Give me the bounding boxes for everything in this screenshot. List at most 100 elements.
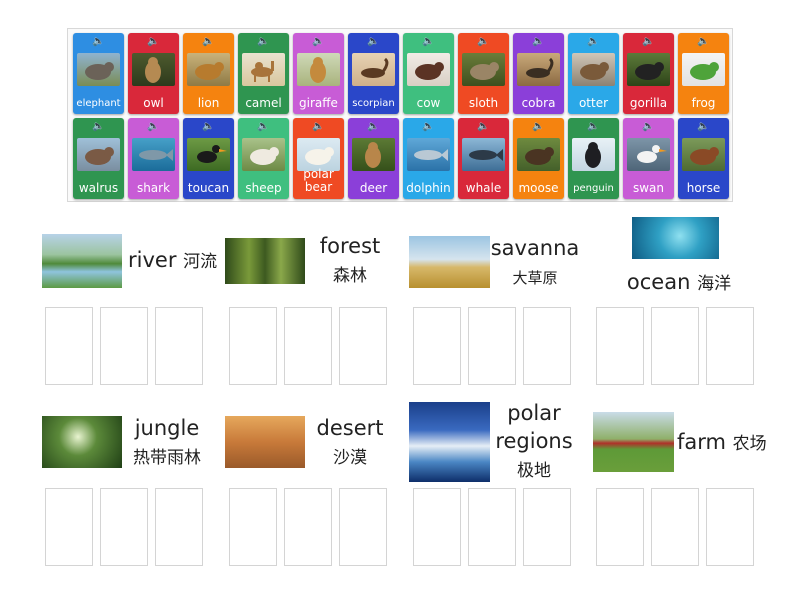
jungle-habitat-title: jungle 热带雨林: [127, 414, 207, 472]
animal-card-moose[interactable]: 🔈 moose: [513, 118, 564, 199]
animal-card-owl[interactable]: 🔈 owl: [128, 33, 179, 114]
speaker-icon[interactable]: 🔈: [403, 121, 454, 133]
farm-habitat-photo: [593, 412, 674, 472]
animal-card-label: polar bear: [303, 167, 334, 194]
desert-drop-slot[interactable]: [229, 488, 277, 566]
animal-card-swan[interactable]: 🔈 swan: [623, 118, 674, 199]
animal-card-cobra[interactable]: 🔈 cobra: [513, 33, 564, 114]
desert-drop-slot[interactable]: [339, 488, 387, 566]
animal-card-horse[interactable]: 🔈 horse: [678, 118, 729, 199]
animal-card-walrus[interactable]: 🔈 walrus: [73, 118, 124, 199]
speaker-icon[interactable]: 🔈: [568, 121, 619, 133]
farm-drop-slot[interactable]: [596, 488, 644, 566]
habitat-label: river: [128, 248, 177, 272]
farm-drop-slot[interactable]: [706, 488, 754, 566]
speaker-icon[interactable]: 🔈: [348, 36, 399, 48]
animal-card-lion[interactable]: 🔈 lion: [183, 33, 234, 114]
animal-card-label: otter: [578, 96, 609, 110]
speaker-icon[interactable]: 🔈: [623, 121, 674, 133]
speaker-icon[interactable]: 🔈: [293, 121, 344, 133]
savanna-drop-slot[interactable]: [413, 307, 461, 385]
speaker-icon[interactable]: 🔈: [623, 36, 674, 48]
savanna-drop-slot[interactable]: [468, 307, 516, 385]
ocean-drop-slot[interactable]: [706, 307, 754, 385]
animal-card-giraffe[interactable]: 🔈 giraffe: [293, 33, 344, 114]
speaker-icon[interactable]: 🔈: [73, 36, 124, 48]
animal-card-label: sloth: [468, 96, 499, 110]
animal-card-label: horse: [686, 181, 721, 195]
animal-card-toucan[interactable]: 🔈 toucan: [183, 118, 234, 199]
sloth-photo: [462, 53, 505, 86]
toucan-photo: [187, 138, 230, 171]
speaker-icon[interactable]: 🔈: [513, 36, 564, 48]
speaker-icon[interactable]: 🔈: [678, 121, 729, 133]
walrus-photo: [77, 138, 120, 171]
speaker-icon[interactable]: 🔈: [128, 121, 179, 133]
animal-card-label: elephant: [76, 98, 121, 109]
animal-card-label: dolphin: [406, 181, 451, 195]
animal-card-sloth[interactable]: 🔈 sloth: [458, 33, 509, 114]
speaker-icon[interactable]: 🔈: [458, 36, 509, 48]
polar-drop-slot[interactable]: [523, 488, 571, 566]
animal-card-shark[interactable]: 🔈 shark: [128, 118, 179, 199]
habitat-chinese-label: 大草原: [512, 269, 558, 287]
animal-card-sheep[interactable]: 🔈 sheep: [238, 118, 289, 199]
speaker-icon[interactable]: 🔈: [458, 121, 509, 133]
animal-card-penguin[interactable]: 🔈 penguin: [568, 118, 619, 199]
habitat-label: polar regions: [495, 401, 573, 453]
polar-drop-slot[interactable]: [413, 488, 461, 566]
speaker-icon[interactable]: 🔈: [183, 121, 234, 133]
speaker-icon[interactable]: 🔈: [568, 36, 619, 48]
ocean-habitat-photo: [632, 217, 719, 259]
ocean-drop-slot[interactable]: [596, 307, 644, 385]
animal-card-camel[interactable]: 🔈 camel: [238, 33, 289, 114]
speaker-icon[interactable]: 🔈: [128, 36, 179, 48]
animal-card-frog[interactable]: 🔈 frog: [678, 33, 729, 114]
jungle-drop-slot[interactable]: [45, 488, 93, 566]
animal-card-polar-bear[interactable]: 🔈 polar bear: [293, 118, 344, 199]
desert-drop-slot[interactable]: [284, 488, 332, 566]
jungle-drop-slot[interactable]: [155, 488, 203, 566]
speaker-icon[interactable]: 🔈: [348, 121, 399, 133]
whale-photo: [462, 138, 505, 171]
ocean-drop-slot[interactable]: [651, 307, 699, 385]
river-drop-slot[interactable]: [45, 307, 93, 385]
speaker-icon[interactable]: 🔈: [73, 121, 124, 133]
river-drop-slot[interactable]: [100, 307, 148, 385]
animal-card-gorilla[interactable]: 🔈 gorilla: [623, 33, 674, 114]
camel-photo: [242, 53, 285, 86]
animal-card-otter[interactable]: 🔈 otter: [568, 33, 619, 114]
habitat-label: jungle: [134, 416, 200, 440]
speaker-icon[interactable]: 🔈: [183, 36, 234, 48]
speaker-icon[interactable]: 🔈: [238, 36, 289, 48]
polar-drop-slot[interactable]: [468, 488, 516, 566]
river-drop-slot[interactable]: [155, 307, 203, 385]
deer-photo: [352, 138, 395, 171]
habitat-label: savanna: [490, 236, 580, 260]
animal-card-deer[interactable]: 🔈 deer: [348, 118, 399, 199]
forest-drop-slot[interactable]: [284, 307, 332, 385]
animal-card-label: whale: [465, 181, 502, 195]
animal-card-whale[interactable]: 🔈 whale: [458, 118, 509, 199]
animal-card-label: camel: [245, 96, 282, 110]
habitat-chinese-label: 森林: [333, 266, 367, 286]
savanna-drop-slot[interactable]: [523, 307, 571, 385]
animal-card-label: giraffe: [299, 96, 338, 110]
speaker-icon[interactable]: 🔈: [238, 121, 289, 133]
forest-drop-slot[interactable]: [339, 307, 387, 385]
animal-card-label: frog: [691, 96, 716, 110]
jungle-drop-slot[interactable]: [100, 488, 148, 566]
farm-drop-slot[interactable]: [651, 488, 699, 566]
gorilla-photo: [627, 53, 670, 86]
animal-card-cow[interactable]: 🔈 cow: [403, 33, 454, 114]
animal-card-elephant[interactable]: 🔈 elephant: [73, 33, 124, 114]
speaker-icon[interactable]: 🔈: [293, 36, 344, 48]
cobra-photo: [517, 53, 560, 86]
speaker-icon[interactable]: 🔈: [513, 121, 564, 133]
animal-card-scorpian[interactable]: 🔈 scorpian: [348, 33, 399, 114]
speaker-icon[interactable]: 🔈: [678, 36, 729, 48]
animal-card-dolphin[interactable]: 🔈 dolphin: [403, 118, 454, 199]
speaker-icon[interactable]: 🔈: [403, 36, 454, 48]
desert-habitat-title: desert 沙漠: [310, 414, 390, 472]
forest-drop-slot[interactable]: [229, 307, 277, 385]
